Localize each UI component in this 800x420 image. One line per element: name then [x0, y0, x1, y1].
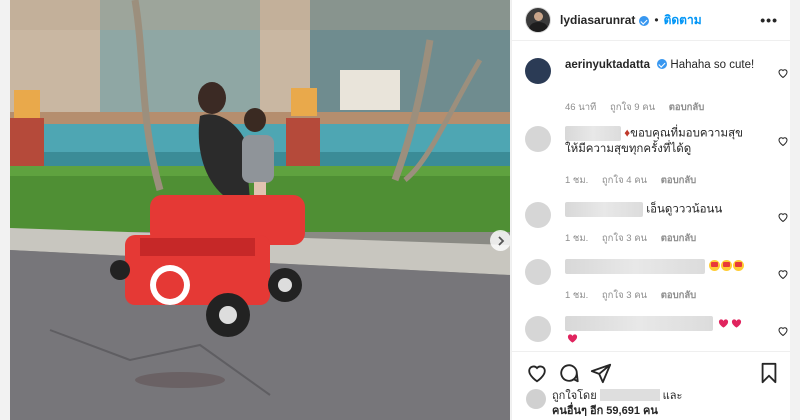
verified-badge-icon: [657, 59, 668, 69]
comment-meta: 1 ชม. ถูกใจ 3 คน ตอบกลับ: [565, 231, 707, 246]
comment-time[interactable]: 1 ชม.: [565, 175, 588, 186]
reply-button[interactable]: ตอบกลับ: [661, 175, 697, 186]
comment-icon[interactable]: [558, 362, 580, 384]
post-actions: [526, 362, 781, 384]
comment-text: [565, 316, 755, 347]
commenter-avatar[interactable]: [525, 259, 551, 285]
blurred-username: [565, 259, 705, 274]
bookmark-icon[interactable]: [758, 362, 780, 384]
heart-icon[interactable]: [526, 362, 548, 384]
comment-meta: 46 นาที ถูกใจ 9 คน ตอบกลับ: [565, 100, 715, 115]
comment-text: aerinyuktadatta Hahaha so cute!: [565, 58, 755, 73]
comment-likes[interactable]: ถูกใจ 3 คน: [602, 290, 647, 301]
share-icon[interactable]: [590, 362, 612, 384]
red-heart-emoji-icon: [732, 318, 742, 328]
author-username[interactable]: lydiasarunrat: [560, 13, 635, 27]
comment-likes[interactable]: ถูกใจ 4 คน: [602, 175, 647, 186]
like-comment-heart-icon[interactable]: [777, 67, 789, 79]
liker-avatar[interactable]: [526, 389, 546, 409]
red-heart-emoji-icon: [719, 318, 729, 328]
like-comment-heart-icon[interactable]: [777, 268, 789, 280]
liked-by-and: และ: [662, 390, 683, 402]
post-side-panel: lydiasarunrat • ติดตาม ••• aerinyuktadat…: [511, 0, 790, 420]
comment-meta: 1 ชม. ถูกใจ 4 คน ตอบกลับ: [565, 173, 707, 188]
comment-time[interactable]: 46 นาที: [565, 102, 596, 113]
comment-content: เอ็นดูวววน้อนน: [646, 203, 723, 216]
comment-text: ♦ขอบคุณที่มอบความสุขให้มีความสุขทุกครั้ง…: [565, 126, 755, 157]
comment-text: [565, 259, 755, 275]
comment-meta: 1 ชม. ถูกใจ 3 คน ตอบกลับ: [565, 288, 707, 303]
comment-likes[interactable]: ถูกใจ 9 คน: [610, 102, 655, 113]
chevron-right-icon: [497, 235, 504, 246]
comment-text: เอ็นดูวววน้อนน: [565, 202, 755, 218]
blurred-liker-username: [599, 389, 660, 401]
star-struck-emoji-icon: [733, 259, 745, 271]
comment-time[interactable]: 1 ชม.: [565, 290, 588, 301]
liked-by-prefix: ถูกใจโดย: [552, 390, 597, 402]
verified-badge-icon: [639, 16, 650, 26]
blurred-username: [565, 202, 643, 217]
commenter-username[interactable]: aerinyuktadatta: [565, 59, 650, 71]
comment-time[interactable]: 1 ชม.: [565, 233, 588, 244]
next-media-button[interactable]: [490, 230, 510, 251]
instagram-post-modal: lydiasarunrat • ติดตาม ••• aerinyuktadat…: [0, 0, 800, 420]
commenter-avatar[interactable]: [525, 202, 551, 228]
blurred-username: [565, 316, 713, 331]
commenter-avatar[interactable]: [525, 126, 551, 152]
follow-button[interactable]: ติดตาม: [664, 11, 702, 30]
author-avatar[interactable]: [525, 7, 551, 33]
like-comment-heart-icon[interactable]: [777, 211, 789, 223]
commenter-avatar[interactable]: [525, 316, 551, 342]
post-media[interactable]: [10, 0, 510, 420]
comment-content: Hahaha so cute!: [670, 59, 755, 71]
post-header: lydiasarunrat • ติดตาม •••: [512, 0, 790, 41]
reply-button[interactable]: ตอบกลับ: [661, 290, 697, 301]
reply-button[interactable]: ตอบกลับ: [661, 233, 697, 244]
red-heart-emoji-icon: [567, 333, 578, 343]
comment-likes[interactable]: ถูกใจ 3 คน: [602, 233, 647, 244]
star-struck-emoji-icon: [709, 259, 721, 271]
liked-by-summary: ถูกใจโดย และ คนอื่นๆ อีก 59,691 คน: [526, 389, 682, 419]
post-video-frame: [10, 0, 510, 420]
like-comment-heart-icon[interactable]: [777, 135, 789, 147]
reply-button[interactable]: ตอบกลับ: [669, 102, 705, 113]
liked-by-others-link[interactable]: คนอื่นๆ อีก 59,691 คน: [552, 405, 658, 417]
liked-by-text: ถูกใจโดย และ คนอื่นๆ อีก 59,691 คน: [552, 389, 682, 419]
more-options-icon[interactable]: •••: [760, 12, 778, 28]
comments-list[interactable]: aerinyuktadatta Hahaha so cute! 46 นาที …: [512, 42, 790, 351]
separator-dot: •: [654, 13, 659, 27]
star-struck-emoji-icon: [721, 259, 733, 271]
commenter-avatar[interactable]: [525, 58, 551, 84]
like-comment-heart-icon[interactable]: [777, 325, 789, 337]
blurred-username: [565, 126, 621, 141]
post-footer: ถูกใจโดย และ คนอื่นๆ อีก 59,691 คน: [512, 351, 790, 420]
